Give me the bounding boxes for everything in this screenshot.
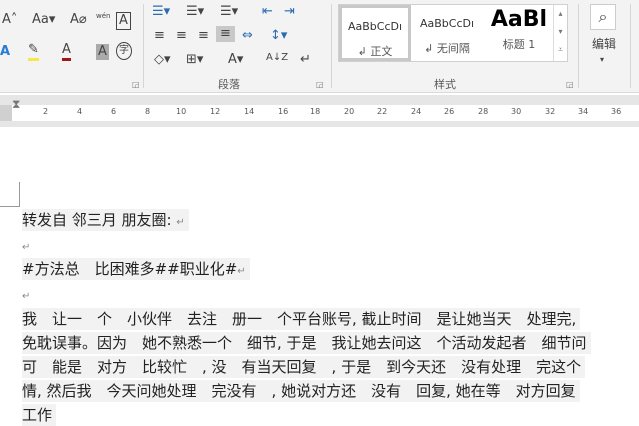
doc-line[interactable]: #方法总 比困难多##职业化#↵ <box>22 258 250 280</box>
divider <box>331 4 332 88</box>
doc-line[interactable]: 免耽误事。因为 她不熟悉一个 细节, 于是 我让她去问这 个活动发起者 细节问 <box>22 332 591 354</box>
shading-button[interactable]: ◇▾ <box>154 52 171 68</box>
horizontal-ruler[interactable]: ⧗ 2 4 6 8 10 12 14 16 18 20 22 24 26 28 … <box>0 97 639 121</box>
editing-button[interactable]: 编辑 <box>592 36 616 52</box>
character-shading-button[interactable]: A <box>96 44 109 60</box>
justify-button[interactable]: ≡ <box>216 26 235 42</box>
increase-indent-button[interactable]: ⇥ <box>284 4 295 20</box>
font-dialog-launcher-icon[interactable]: ◲ <box>132 80 140 89</box>
ruler-tick: 30 <box>511 107 522 116</box>
decrease-indent-button[interactable]: ⇤ <box>262 4 273 20</box>
search-icon[interactable]: ⌕ <box>590 4 616 30</box>
styles-group-label: 样式 <box>434 78 456 91</box>
enclose-characters-button[interactable]: 字 <box>116 42 132 60</box>
bullets-button[interactable]: ☰▾ <box>152 4 170 20</box>
text-effects-button[interactable]: A <box>0 44 10 60</box>
paragraph-group-label: 段落 <box>218 78 240 91</box>
character-border-button[interactable]: A <box>116 12 131 30</box>
align-center-button[interactable]: ≡ <box>176 28 187 44</box>
styles-scrollbar[interactable]: ▴ ▾ ⩡ <box>553 5 567 61</box>
ruler-tick: 10 <box>176 107 187 116</box>
ruler-tick: 20 <box>344 107 355 116</box>
distributed-button[interactable]: ⇔ <box>242 28 253 44</box>
styles-gallery: AaBbCcDı ↲ 正文 AaBbCcDı ↲ 无间隔 AaBl 标题 1 ▴ ▾ ⩡ <box>338 4 568 62</box>
phonetic-guide-button[interactable]: wén <box>96 8 110 24</box>
ruler-tick: 34 <box>578 107 589 116</box>
ruler-tick: 22 <box>377 107 388 116</box>
indent-marker[interactable]: ⧗ <box>12 97 20 112</box>
ruler-tick: 16 <box>278 107 289 116</box>
doc-line[interactable]: 情, 然后我 今天问她处理 完没有 , 她说对方还 没有 回复, 她在等 对方回… <box>22 380 580 402</box>
asian-layout-button[interactable]: A▾ <box>228 52 243 68</box>
ruler-tick: 4 <box>77 107 83 116</box>
doc-line[interactable]: 转发自 邻三月 朋友圈: ↵ <box>22 209 189 231</box>
ruler-tick: 26 <box>444 107 455 116</box>
ruler-tick: 32 <box>545 107 556 116</box>
doc-line-empty[interactable]: ↵ <box>22 283 34 305</box>
show-marks-button[interactable]: ↵ <box>300 52 311 68</box>
line-spacing-button[interactable]: ↕▾ <box>270 28 287 44</box>
paragraph-dialog-launcher-icon[interactable]: ◲ <box>316 80 324 89</box>
ruler-tick: 2 <box>43 107 49 116</box>
sort-button[interactable]: A↓Z <box>266 50 288 66</box>
align-right-button[interactable]: ≡ <box>198 28 209 44</box>
ruler-tick: 28 <box>478 107 489 116</box>
ruler-tick: 18 <box>310 107 321 116</box>
borders-button[interactable]: ⊞▾ <box>186 52 203 68</box>
change-case-button[interactable]: Aa▾ <box>32 12 55 28</box>
numbering-button[interactable]: ☰▾ <box>186 4 204 20</box>
grow-font-button[interactable]: A˄ <box>2 12 17 28</box>
doc-line-empty[interactable]: ↵ <box>22 234 34 256</box>
ruler-tick: 6 <box>111 107 117 116</box>
style-heading-1[interactable]: AaBl 标题 1 <box>483 5 555 61</box>
divider <box>630 4 631 88</box>
divider <box>578 4 579 88</box>
doc-line[interactable]: 可 能是 对方 比较忙 , 没 有当天回复 , 于是 到今天还 没有处理 完这个 <box>22 356 586 378</box>
doc-line[interactable]: 我 让一 个 小伙伴 去注 册一 个平台账号, 截止时间 是让她当天 处理完, <box>22 308 581 330</box>
divider <box>143 4 144 88</box>
ruler-tick: 14 <box>244 107 255 116</box>
ruler-tick: 36 <box>611 107 622 116</box>
style-no-spacing[interactable]: AaBbCcDı ↲ 无间隔 <box>411 5 483 61</box>
styles-dialog-launcher-icon[interactable]: ◲ <box>566 80 574 89</box>
font-color-button[interactable]: A <box>62 42 71 61</box>
multilevel-list-button[interactable]: ☰▾ <box>220 4 238 20</box>
doc-line[interactable]: 工作 <box>22 404 57 426</box>
ruler-tick: 12 <box>210 107 221 116</box>
style-normal[interactable]: AaBbCcDı ↲ 正文 <box>339 5 411 61</box>
align-left-button[interactable]: ≡ <box>154 28 165 44</box>
margin-corner-mark <box>0 182 20 207</box>
clear-formatting-button[interactable]: A⌀ <box>70 12 87 28</box>
ruler-area: ⧗ 2 4 6 8 10 12 14 16 18 20 22 24 26 28 … <box>0 95 639 127</box>
highlight-button[interactable]: ✎ <box>28 42 39 61</box>
chevron-down-icon: ▾ <box>600 55 605 64</box>
ruler-tick: 8 <box>145 107 151 116</box>
ruler-tick: 24 <box>411 107 422 116</box>
ribbon: A˄ Aa▾ A⌀ wén A A ✎ A A 字 ◲ ☰▾ ☰▾ ☰▾ ⇤ ⇥… <box>0 0 639 93</box>
